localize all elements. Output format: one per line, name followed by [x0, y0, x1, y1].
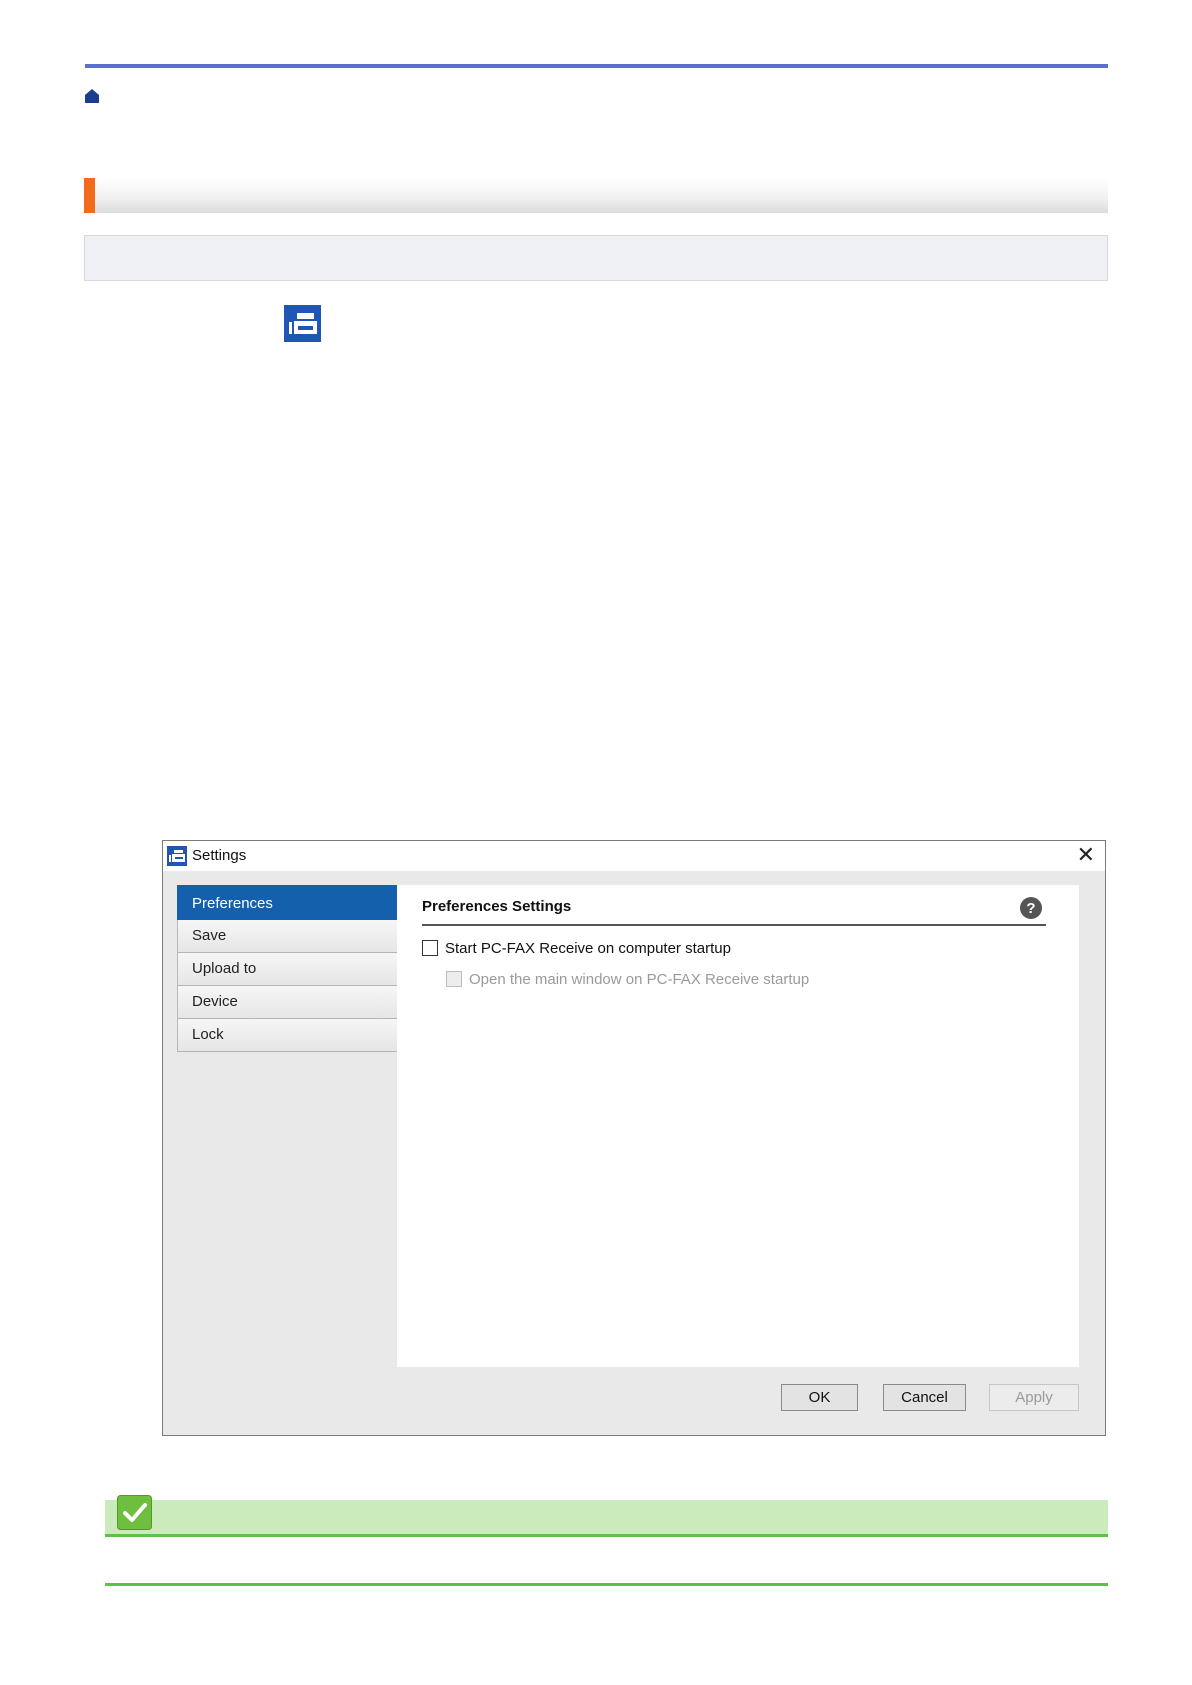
- settings-dialog: Settings ✕ Preferences Save Upload to De…: [162, 840, 1106, 1436]
- home-icon[interactable]: [84, 88, 100, 104]
- panel-divider: [422, 924, 1046, 926]
- nav-item-preferences[interactable]: Preferences: [177, 885, 398, 920]
- nav-item-lock[interactable]: Lock: [177, 1019, 398, 1052]
- help-icon[interactable]: ?: [1019, 896, 1043, 920]
- info-box: [84, 235, 1108, 281]
- apply-button: Apply: [989, 1384, 1079, 1411]
- section-heading-bar: [84, 178, 1108, 213]
- open-main-window-checkbox: [446, 971, 462, 987]
- open-main-window-label: Open the main window on PC-FAX Receive s…: [469, 971, 810, 988]
- cancel-button[interactable]: Cancel: [883, 1384, 966, 1411]
- dialog-titlebar: Settings ✕: [163, 841, 1105, 871]
- note-bar: [105, 1500, 1108, 1534]
- note-bottom-rule: [105, 1583, 1108, 1586]
- top-rule: [85, 64, 1108, 68]
- start-on-startup-label[interactable]: Start PC-FAX Receive on computer startup: [445, 940, 731, 957]
- settings-nav: Preferences Save Upload to Device Lock: [177, 885, 398, 1055]
- nav-item-device[interactable]: Device: [177, 986, 398, 1019]
- note-bar-rule: [105, 1534, 1108, 1537]
- nav-item-upload-to[interactable]: Upload to: [177, 953, 398, 986]
- ok-button[interactable]: OK: [781, 1384, 858, 1411]
- nav-item-save[interactable]: Save: [177, 920, 398, 953]
- close-icon[interactable]: ✕: [1077, 843, 1095, 867]
- panel-title: Preferences Settings: [422, 898, 572, 915]
- pc-fax-receive-icon: [167, 846, 187, 866]
- svg-text:?: ?: [1026, 900, 1035, 917]
- section-heading-accent: [84, 178, 95, 213]
- pc-fax-receive-icon: [284, 305, 321, 342]
- start-on-startup-checkbox[interactable]: [422, 940, 438, 956]
- preferences-panel: Preferences Settings ? Start PC-FAX Rece…: [397, 885, 1079, 1367]
- dialog-title: Settings: [192, 847, 247, 864]
- checkmark-icon: [117, 1495, 152, 1530]
